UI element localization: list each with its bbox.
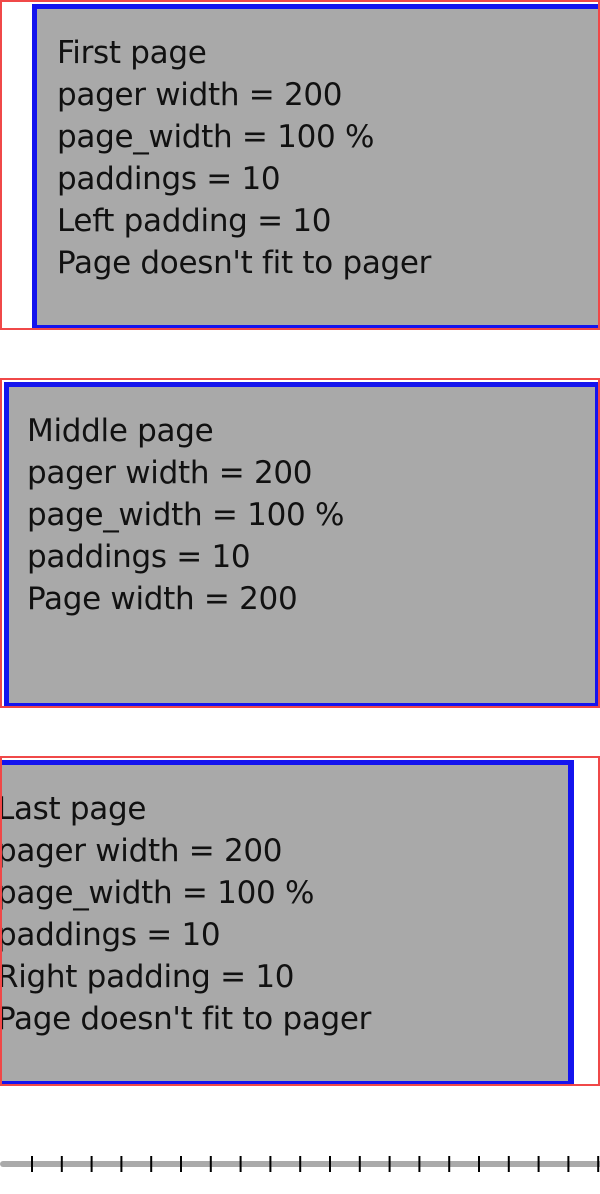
page-first-left-padding: Left padding = 10 bbox=[57, 203, 332, 239]
page-last[interactable]: Last page pager width = 200 page_width =… bbox=[0, 760, 574, 1084]
page-last-right-padding: Right padding = 10 bbox=[0, 959, 295, 995]
page-last-fit-note: Page doesn't fit to pager bbox=[0, 1001, 372, 1037]
page-last-page-width: page_width = 100 % bbox=[0, 875, 315, 911]
page-first-pager-width: pager width = 200 bbox=[57, 77, 343, 113]
page-first-text: First page pager width = 200 page_width … bbox=[57, 32, 431, 284]
page-first[interactable]: First page pager width = 200 page_width … bbox=[32, 4, 598, 328]
page-last-text: Last page pager width = 200 page_width =… bbox=[0, 788, 372, 1040]
page-last-paddings: paddings = 10 bbox=[0, 917, 221, 953]
page-middle-paddings: paddings = 10 bbox=[27, 539, 251, 575]
page-middle-pager-width: pager width = 200 bbox=[27, 455, 313, 491]
pager-frame-middle: Middle page pager width = 200 page_width… bbox=[0, 378, 600, 708]
page-first-fit-note: Page doesn't fit to pager bbox=[57, 245, 432, 281]
page-middle-width-value: Page width = 200 bbox=[27, 581, 298, 617]
page-last-pager-width: pager width = 200 bbox=[0, 833, 283, 869]
page-first-title: First page bbox=[57, 35, 207, 71]
pager-frame-first: First page pager width = 200 page_width … bbox=[0, 0, 600, 330]
page-last-title: Last page bbox=[0, 791, 147, 827]
page-middle-title: Middle page bbox=[27, 413, 214, 449]
page-middle-text: Middle page pager width = 200 page_width… bbox=[27, 410, 344, 620]
scroll-indicator[interactable] bbox=[0, 1150, 600, 1180]
page-middle[interactable]: Middle page pager width = 200 page_width… bbox=[4, 382, 598, 706]
page-first-page-width: page_width = 100 % bbox=[57, 119, 375, 155]
pager-frame-last: Last page pager width = 200 page_width =… bbox=[0, 756, 600, 1086]
page-middle-page-width: page_width = 100 % bbox=[27, 497, 345, 533]
page-first-paddings: paddings = 10 bbox=[57, 161, 281, 197]
